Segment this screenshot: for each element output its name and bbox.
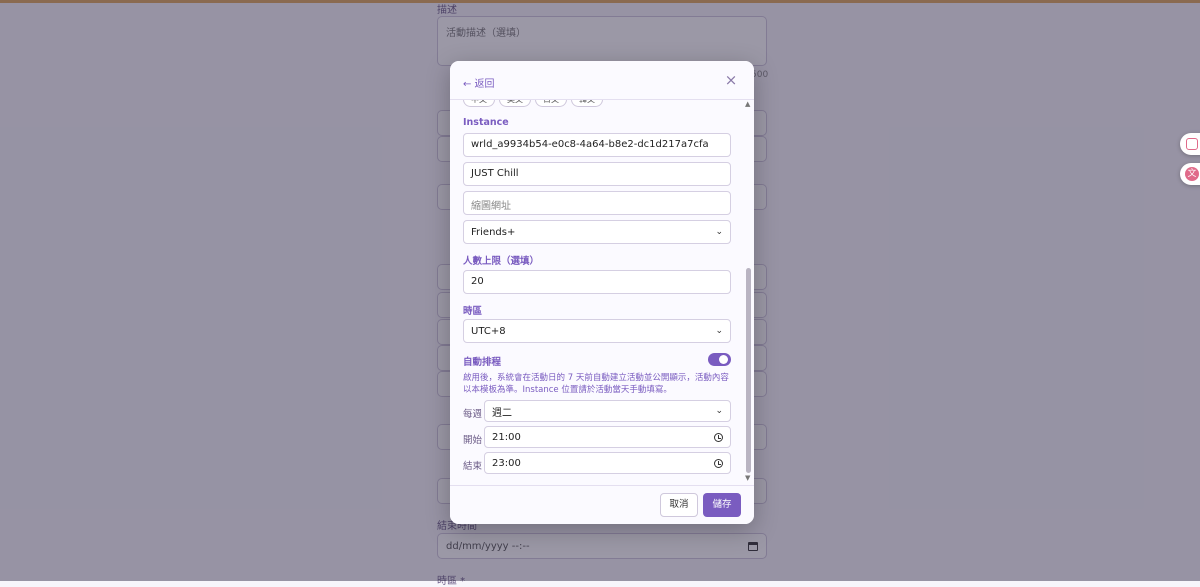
cancel-button[interactable]: 取消 [660,493,698,517]
language-chips: 中文 英文 日文 韓文 [463,100,603,107]
thumbnail-url-input[interactable]: 縮圖網址 [463,191,731,215]
close-icon[interactable]: × [724,73,738,88]
modal-footer: 取消 儲存 [450,485,754,524]
translate-icon: 文 [1185,167,1199,181]
weekly-label: 每週 [463,409,483,420]
clock-icon[interactable] [714,458,723,468]
toggle-knob [719,355,728,364]
weekday-select[interactable]: 週二 ⌄ [484,400,731,422]
language-chip[interactable]: 日文 [535,100,567,107]
language-chip[interactable]: 韓文 [571,100,603,107]
start-time-value: 21:00 [492,431,521,443]
side-tool-button[interactable] [1180,133,1200,155]
scroll-down-icon[interactable]: ▼ [745,474,750,482]
auto-schedule-toggle[interactable] [708,353,731,366]
start-label: 開始 [463,435,483,446]
scroll-up-icon[interactable]: ▲ [745,100,750,108]
end-time-value-modal: 23:00 [492,457,521,469]
timezone-value: UTC+8 [471,325,506,337]
edit-template-modal: ← 返回 × 中文 英文 日文 韓文 Instance wrld_a9934b5… [450,61,754,524]
capacity-input[interactable]: 20 [463,270,731,294]
back-button[interactable]: ← 返回 [463,75,495,90]
chevron-down-icon: ⌄ [715,326,723,336]
language-chip[interactable]: 英文 [499,100,531,107]
weekday-value: 週二 [492,407,512,419]
scroll-thumb[interactable] [746,268,751,473]
apps-icon [1186,138,1198,150]
world-name-input[interactable]: JUST Chill [463,162,731,186]
save-button[interactable]: 儲存 [703,493,741,517]
modal-header: ← 返回 × [450,61,754,100]
timezone-select[interactable]: UTC+8 ⌄ [463,319,731,343]
access-type-value: Friends+ [471,226,516,238]
auto-schedule-hint: 啟用後，系統會在活動日的 7 天前自動建立活動並公開顯示，活動內容以本模板為準。… [463,373,729,395]
language-chip[interactable]: 中文 [463,100,495,107]
clock-icon[interactable] [714,432,723,442]
side-translate-button[interactable]: 文 [1180,163,1200,185]
capacity-label: 人數上限（選填） [463,256,540,267]
end-label: 結束 [463,461,483,472]
chevron-down-icon: ⌄ [715,227,723,237]
world-id-input[interactable]: wrld_a9934b54-e0c8-4a64-b8e2-dc1d217a7cf… [463,133,731,157]
timezone-label: 時區 [463,306,483,317]
end-time-input-modal[interactable]: 23:00 [484,452,731,474]
instance-label: Instance [463,117,509,128]
start-time-input[interactable]: 21:00 [484,426,731,448]
chevron-down-icon: ⌄ [715,406,723,416]
auto-schedule-label: 自動排程 [463,357,502,368]
modal-body: 中文 英文 日文 韓文 Instance wrld_a9934b54-e0c8-… [450,100,754,485]
modal-scrollbar[interactable]: ▲ ▼ [745,100,752,485]
access-type-select[interactable]: Friends+ ⌄ [463,220,731,244]
